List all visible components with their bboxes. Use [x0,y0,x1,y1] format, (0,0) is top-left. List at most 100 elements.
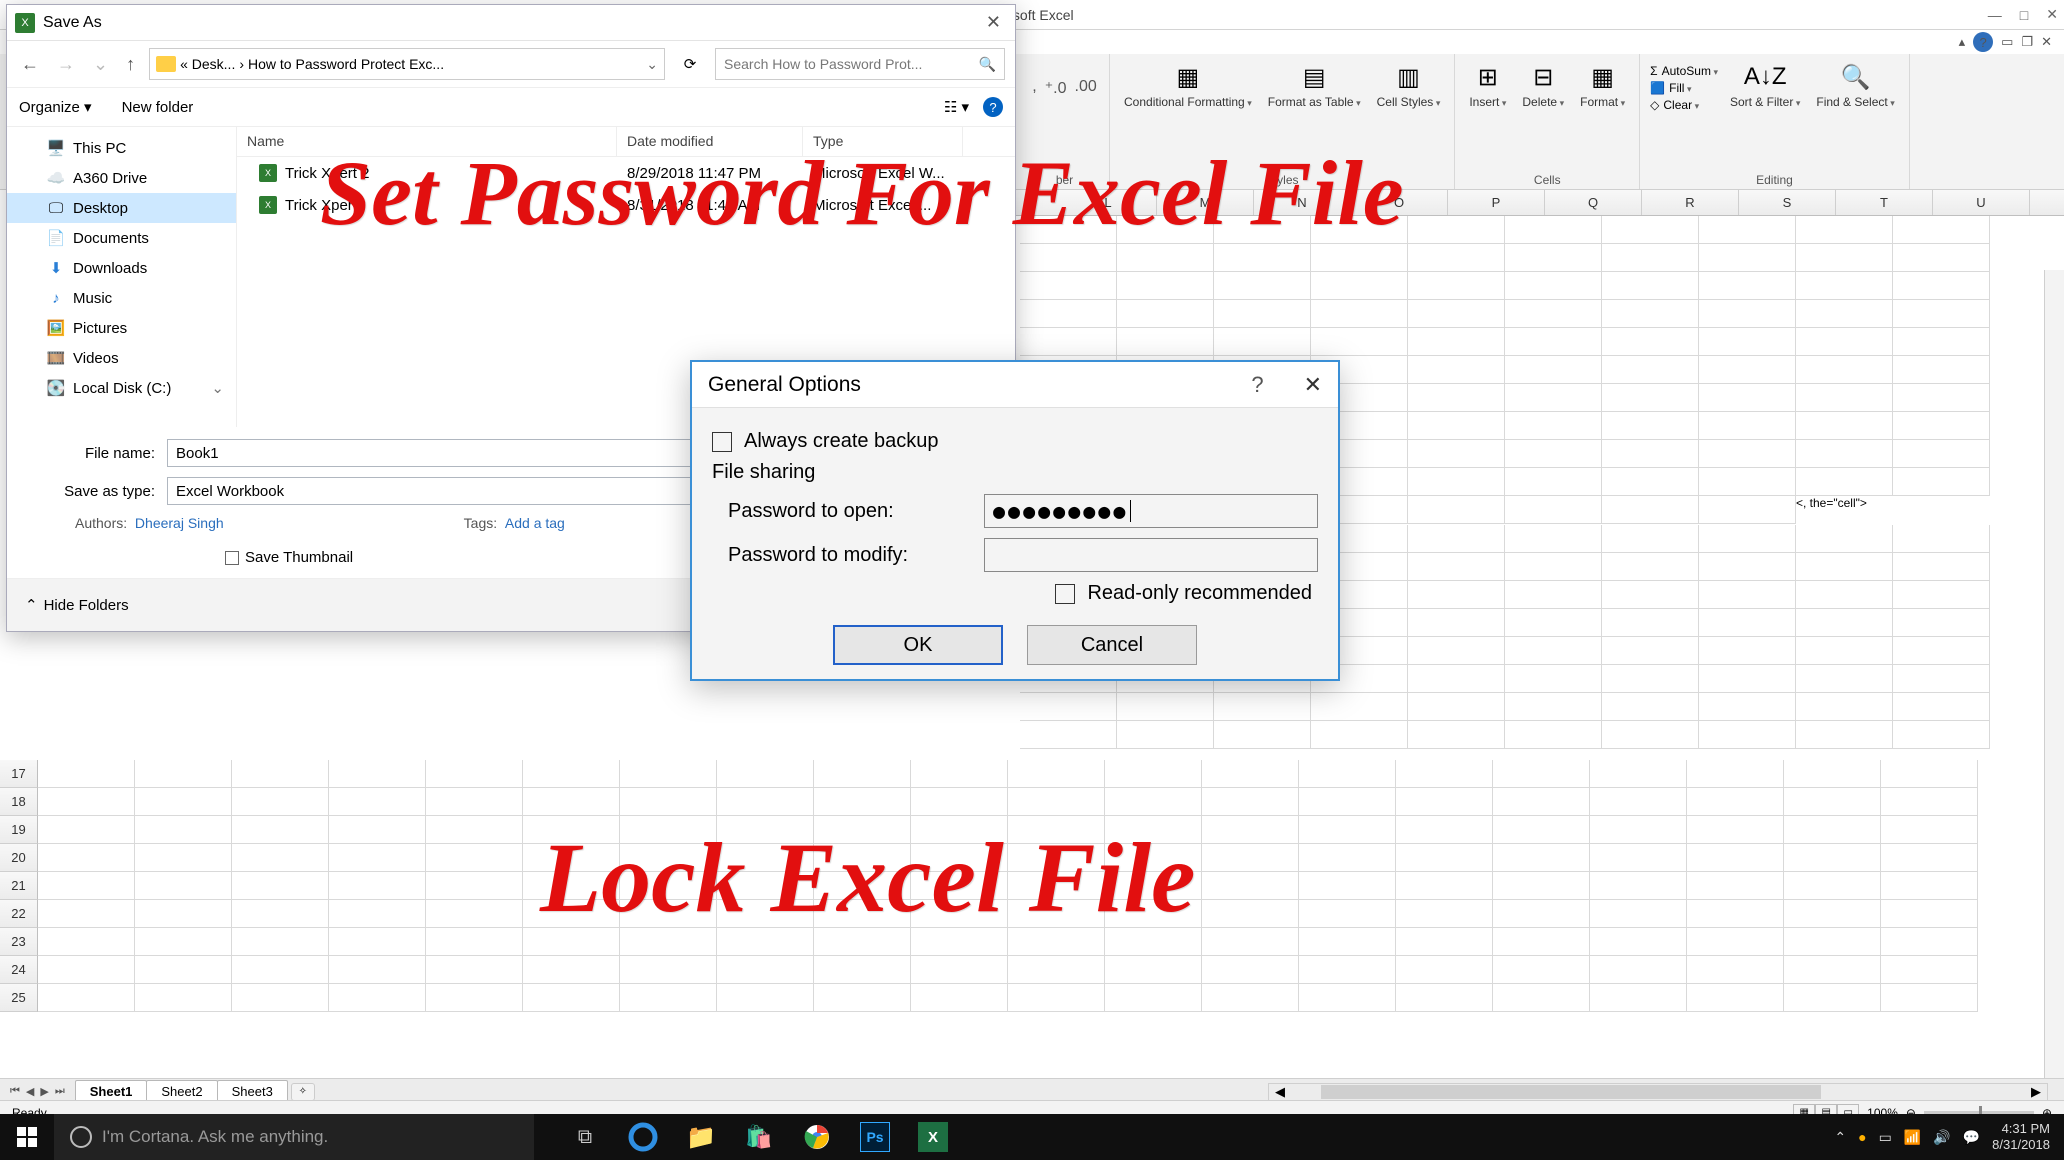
start-button[interactable] [0,1114,54,1160]
taskbar-store[interactable]: 🛍️ [738,1116,780,1158]
general-options-dialog: General Options ? ✕ Always create backup… [690,360,1340,681]
tray-volume-icon[interactable]: 🔊 [1933,1129,1950,1146]
new-sheet-button[interactable]: ✧ [291,1083,315,1101]
vertical-scrollbar[interactable] [2044,270,2064,1080]
row-header[interactable]: 23 [0,928,38,956]
path-dropdown-icon[interactable]: ⌄ [646,56,658,73]
tray-chevron-icon[interactable]: ⌃ [1834,1129,1846,1146]
organize-menu[interactable]: Organize ▾ [19,98,92,116]
nav-downloads[interactable]: ⬇Downloads [7,253,236,283]
task-view-button[interactable]: ⧉ [564,1116,606,1158]
taskbar-edge[interactable] [622,1116,664,1158]
clear-button[interactable]: ◇ Clear [1650,98,1718,112]
tray-notifications-icon[interactable]: 💬 [1963,1129,1980,1146]
forward-button[interactable]: → [53,54,79,75]
tray-onedrive-icon[interactable]: ● [1858,1129,1866,1145]
row-header[interactable]: 24 [0,956,38,984]
workbook-close-icon[interactable]: ✕ [2041,34,2052,50]
up-button[interactable]: ↑ [122,54,139,75]
back-button[interactable]: ← [17,54,43,75]
window-restore-icon[interactable]: ❐ [2021,34,2033,50]
help-icon[interactable]: ? [1973,32,1993,52]
row-header[interactable]: 20 [0,844,38,872]
format-cells-button[interactable]: ▦ Format [1576,58,1629,112]
row-header[interactable]: 25 [0,984,38,1012]
autosum-button[interactable]: Σ AutoSum [1650,64,1718,78]
sheet-nav-last[interactable]: ⏭ [53,1085,67,1098]
row-header[interactable]: 21 [0,872,38,900]
col-header[interactable]: T [1836,190,1933,215]
always-backup-checkbox[interactable] [712,432,732,452]
excel-file-icon: X [259,196,277,214]
sheet-nav-prev[interactable]: ◀ [24,1085,36,1098]
maximize-button[interactable]: □ [2020,7,2028,23]
col-header[interactable]: S [1739,190,1836,215]
col-header[interactable]: U [1933,190,2030,215]
nav-music[interactable]: ♪Music [7,283,236,313]
recent-dropdown[interactable]: ⌄ [89,54,112,75]
tray-battery-icon[interactable]: ▭ [1879,1129,1892,1146]
sheet-nav-next[interactable]: ▶ [38,1085,50,1098]
minimize-button[interactable]: — [1988,7,2002,23]
nav-desktop[interactable]: 🖵Desktop [7,193,236,223]
cancel-button[interactable]: Cancel [1027,625,1197,665]
horizontal-scrollbar[interactable]: ◀▶ [1268,1083,2048,1101]
col-header[interactable]: Q [1545,190,1642,215]
row-header[interactable]: 17 [0,760,38,788]
authors-value[interactable]: Dheeraj Singh [135,515,224,531]
col-header[interactable]: R [1642,190,1739,215]
refresh-button[interactable]: ⟳ [675,49,705,79]
increase-decimal-icon[interactable]: ⁺.0 [1045,78,1067,98]
nav-pictures[interactable]: 🖼️Pictures [7,313,236,343]
taskbar-explorer[interactable]: 📁 [680,1116,722,1158]
tray-clock[interactable]: 4:31 PM 8/31/2018 [1992,1121,2050,1152]
fill-button[interactable]: 🟦 Fill [1650,81,1718,95]
row-header[interactable]: 18 [0,788,38,816]
sort-filter-button[interactable]: A↓Z Sort & Filter [1726,58,1804,112]
format-as-table-button[interactable]: ▤ Format as Table [1264,58,1365,112]
insert-icon: ⊞ [1470,60,1506,94]
taskbar-excel[interactable]: X [912,1116,954,1158]
taskbar-photoshop[interactable]: Ps [854,1116,896,1158]
search-field[interactable]: Search How to Password Prot... 🔍 [715,48,1005,80]
disk-icon: 💽 [47,380,65,396]
help-button[interactable]: ? [1251,372,1263,398]
taskbar-chrome[interactable] [796,1116,838,1158]
save-thumbnail-checkbox[interactable] [225,551,239,565]
password-modify-input[interactable] [984,538,1318,572]
view-mode-button[interactable]: ☷ ▾ [944,98,969,116]
col-header[interactable]: P [1448,190,1545,215]
comma-style-icon[interactable]: , [1032,78,1036,96]
ribbon-min-icon[interactable]: ▭ [2001,34,2013,50]
tray-wifi-icon[interactable]: 📶 [1904,1129,1921,1146]
nav-local-disk[interactable]: 💽Local Disk (C:)⌄ [7,373,236,403]
nav-a360[interactable]: ☁️A360 Drive [7,163,236,193]
nav-this-pc[interactable]: 🖥️This PC [7,133,236,163]
always-backup-label: Always create backup [744,430,939,453]
tags-value[interactable]: Add a tag [505,515,565,531]
find-select-button[interactable]: 🔍 Find & Select [1812,58,1898,112]
nav-videos[interactable]: 🎞️Videos [7,343,236,373]
editing-group-label: Editing [1756,170,1793,189]
readonly-checkbox[interactable] [1055,584,1075,604]
row-header[interactable]: 19 [0,816,38,844]
dialog-close-button[interactable]: ✕ [980,12,1007,33]
hide-folders-button[interactable]: ⌃Hide Folders [25,596,129,614]
cortana-search[interactable]: I'm Cortana. Ask me anything. [54,1114,534,1160]
conditional-formatting-button[interactable]: ▦ Conditional Formatting [1120,58,1256,112]
decrease-decimal-icon[interactable]: .00 [1075,78,1097,96]
password-open-input[interactable]: ●●●●●●●●● [984,494,1318,528]
sheet-nav-first[interactable]: ⏮ [8,1085,22,1098]
close-button[interactable]: ✕ [1304,372,1322,398]
ribbon-arrow-icon[interactable]: ▴ [1959,34,1966,50]
nav-documents[interactable]: 📄Documents [7,223,236,253]
insert-cells-button[interactable]: ⊞ Insert [1465,58,1510,112]
help-icon[interactable]: ? [983,97,1003,117]
delete-cells-button[interactable]: ⊟ Delete [1518,58,1568,112]
row-header[interactable]: 22 [0,900,38,928]
ok-button[interactable]: OK [833,625,1003,665]
address-bar[interactable]: « Desk... › How to Password Protect Exc.… [149,48,665,80]
close-button[interactable]: ✕ [2046,6,2058,23]
cell-styles-button[interactable]: ▥ Cell Styles [1373,58,1445,112]
new-folder-button[interactable]: New folder [122,99,194,116]
